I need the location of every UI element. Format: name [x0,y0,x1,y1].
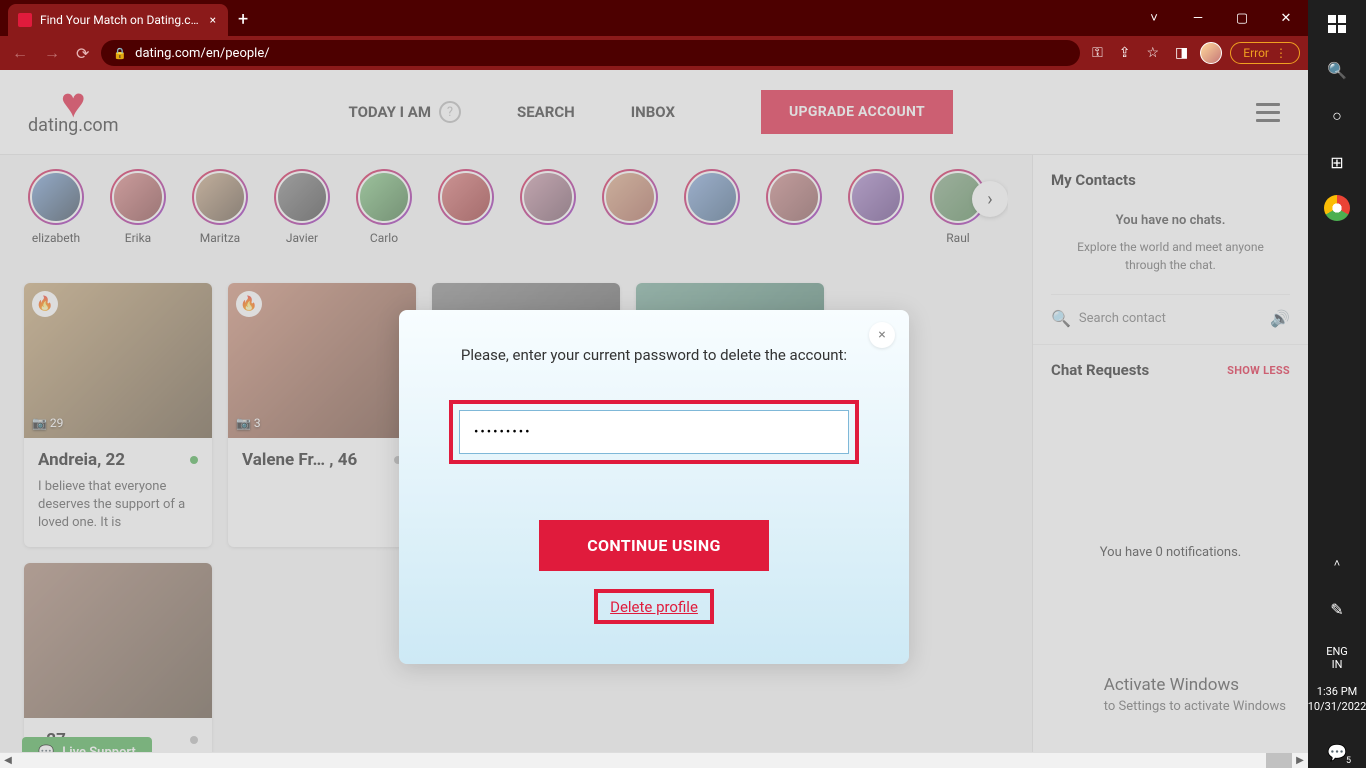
browser-toolbar: ← → ⟳ 🔒 dating.com/en/people/ ⚿ ⇪ ☆ ◨ Er… [0,36,1308,70]
chrome-taskbar-icon[interactable] [1321,192,1353,224]
browser-tab[interactable]: Find Your Match on Dating.com: × [8,4,228,36]
chevron-down-icon[interactable]: ˅ [1132,0,1176,36]
continue-button[interactable]: CONTINUE USING [539,520,768,571]
language-indicator[interactable]: ENG IN [1326,645,1348,671]
favicon [18,13,32,27]
cortana-icon[interactable]: ○ [1321,100,1353,132]
new-tab-button[interactable]: + [228,3,258,36]
close-window-icon[interactable]: ✕ [1264,0,1308,36]
modal-message: Please, enter your current password to d… [449,346,859,364]
scroll-left-icon[interactable]: ◀ [0,753,16,768]
star-icon[interactable]: ☆ [1142,45,1163,61]
horizontal-scrollbar[interactable]: ◀ ▶ [0,752,1308,768]
modal-overlay: × Please, enter your current password to… [0,70,1308,768]
minimize-icon[interactable]: — [1176,0,1220,36]
clock[interactable]: 1:36 PM 10/31/2022 [1308,685,1366,714]
maximize-icon[interactable]: ▢ [1220,0,1264,36]
windows-start-icon[interactable] [1321,8,1353,40]
share-icon[interactable]: ⇪ [1115,45,1135,61]
lock-icon: 🔒 [113,47,127,60]
search-icon[interactable]: 🔍 [1321,54,1353,86]
task-view-icon[interactable]: ⊞ [1321,146,1353,178]
url-text: dating.com/en/people/ [135,46,269,61]
show-hidden-icons[interactable]: ˄ [1321,547,1353,579]
reload-icon[interactable]: ⟳ [72,40,93,67]
back-icon[interactable]: ← [8,39,32,67]
delete-account-modal: × Please, enter your current password to… [399,310,909,664]
tab-title: Find Your Match on Dating.com: [40,13,200,27]
error-badge[interactable]: Error⋮ [1230,42,1300,64]
close-tab-icon[interactable]: × [208,13,218,27]
browser-window: Find Your Match on Dating.com: × + ˅ — ▢… [0,0,1308,768]
close-modal-icon[interactable]: × [869,322,895,348]
profile-avatar[interactable] [1200,42,1222,64]
notifications-icon[interactable]: 💬5 [1321,736,1353,768]
handwriting-icon[interactable]: ✎ [1321,593,1353,625]
password-highlight [449,400,859,464]
password-input[interactable] [459,410,849,454]
forward-icon[interactable]: → [40,39,64,67]
page-content: ♥ dating.com TODAY I AM? SEARCH INBOX UP… [0,70,1308,768]
windows-taskbar: 🔍 ○ ⊞ ˄ ✎ ENG IN 1:36 PM 10/31/2022 💬5 [1308,0,1366,768]
delete-highlight: Delete profile [594,589,714,624]
extensions-icon[interactable]: ◨ [1171,45,1192,61]
scroll-right-icon[interactable]: ▶ [1292,753,1308,768]
address-bar[interactable]: 🔒 dating.com/en/people/ [101,40,1080,66]
tab-strip: Find Your Match on Dating.com: × + ˅ — ▢… [0,0,1308,36]
key-icon[interactable]: ⚿ [1088,45,1107,61]
delete-profile-link[interactable]: Delete profile [610,598,698,616]
